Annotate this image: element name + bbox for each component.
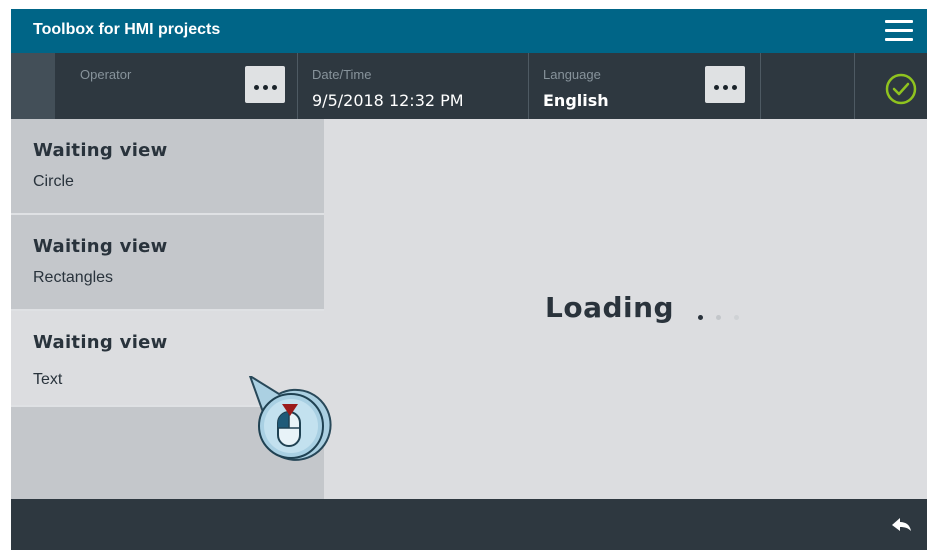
app-title: Toolbox for HMI projects [33,21,221,38]
datetime-value: 9/5/2018 12:32 PM [312,91,464,110]
bottom-bar [11,499,927,550]
panel-item-title: Waiting view [33,236,168,257]
back-arrow-icon [892,518,911,531]
more-dots-icon [712,75,739,94]
language-label: Language [543,67,601,82]
panel-item-subtitle: Rectangles [33,269,114,286]
touch-cursor [247,373,337,472]
divider [297,53,298,119]
touch-mouse-icon [248,373,332,461]
loading-text: Loading [545,291,675,324]
operator-more-button[interactable] [245,66,285,103]
language-value: English [543,91,609,110]
title-bar: Toolbox for HMI projects [11,9,927,53]
divider [760,53,761,119]
more-dots-icon [252,75,279,94]
panel-item-subtitle: Text [33,371,63,388]
language-more-button[interactable] [705,66,745,103]
hmi-screen: Toolbox for HMI projects Operator Date/T… [11,9,927,550]
menu-button[interactable] [869,9,927,53]
panel-item-subtitle: Circle [33,173,74,190]
status-bar-left-block [11,53,55,119]
datetime-label: Date/Time [312,67,372,82]
status-bar: Operator Date/Time 9/5/2018 12:32 PM Lan… [11,53,927,119]
status-indicator[interactable] [867,53,927,119]
check-circle-icon [885,73,917,105]
divider [528,53,529,119]
operator-label: Operator [80,67,132,82]
panel-item-circle[interactable]: Waiting view Circle [11,119,324,215]
panel-item-rectangles[interactable]: Waiting view Rectangles [11,215,324,311]
back-button[interactable] [883,509,919,541]
panel-item-title: Waiting view [33,140,168,161]
content-area: Loading [324,119,927,499]
panel-item-title: Waiting view [33,332,168,353]
divider [854,53,855,119]
